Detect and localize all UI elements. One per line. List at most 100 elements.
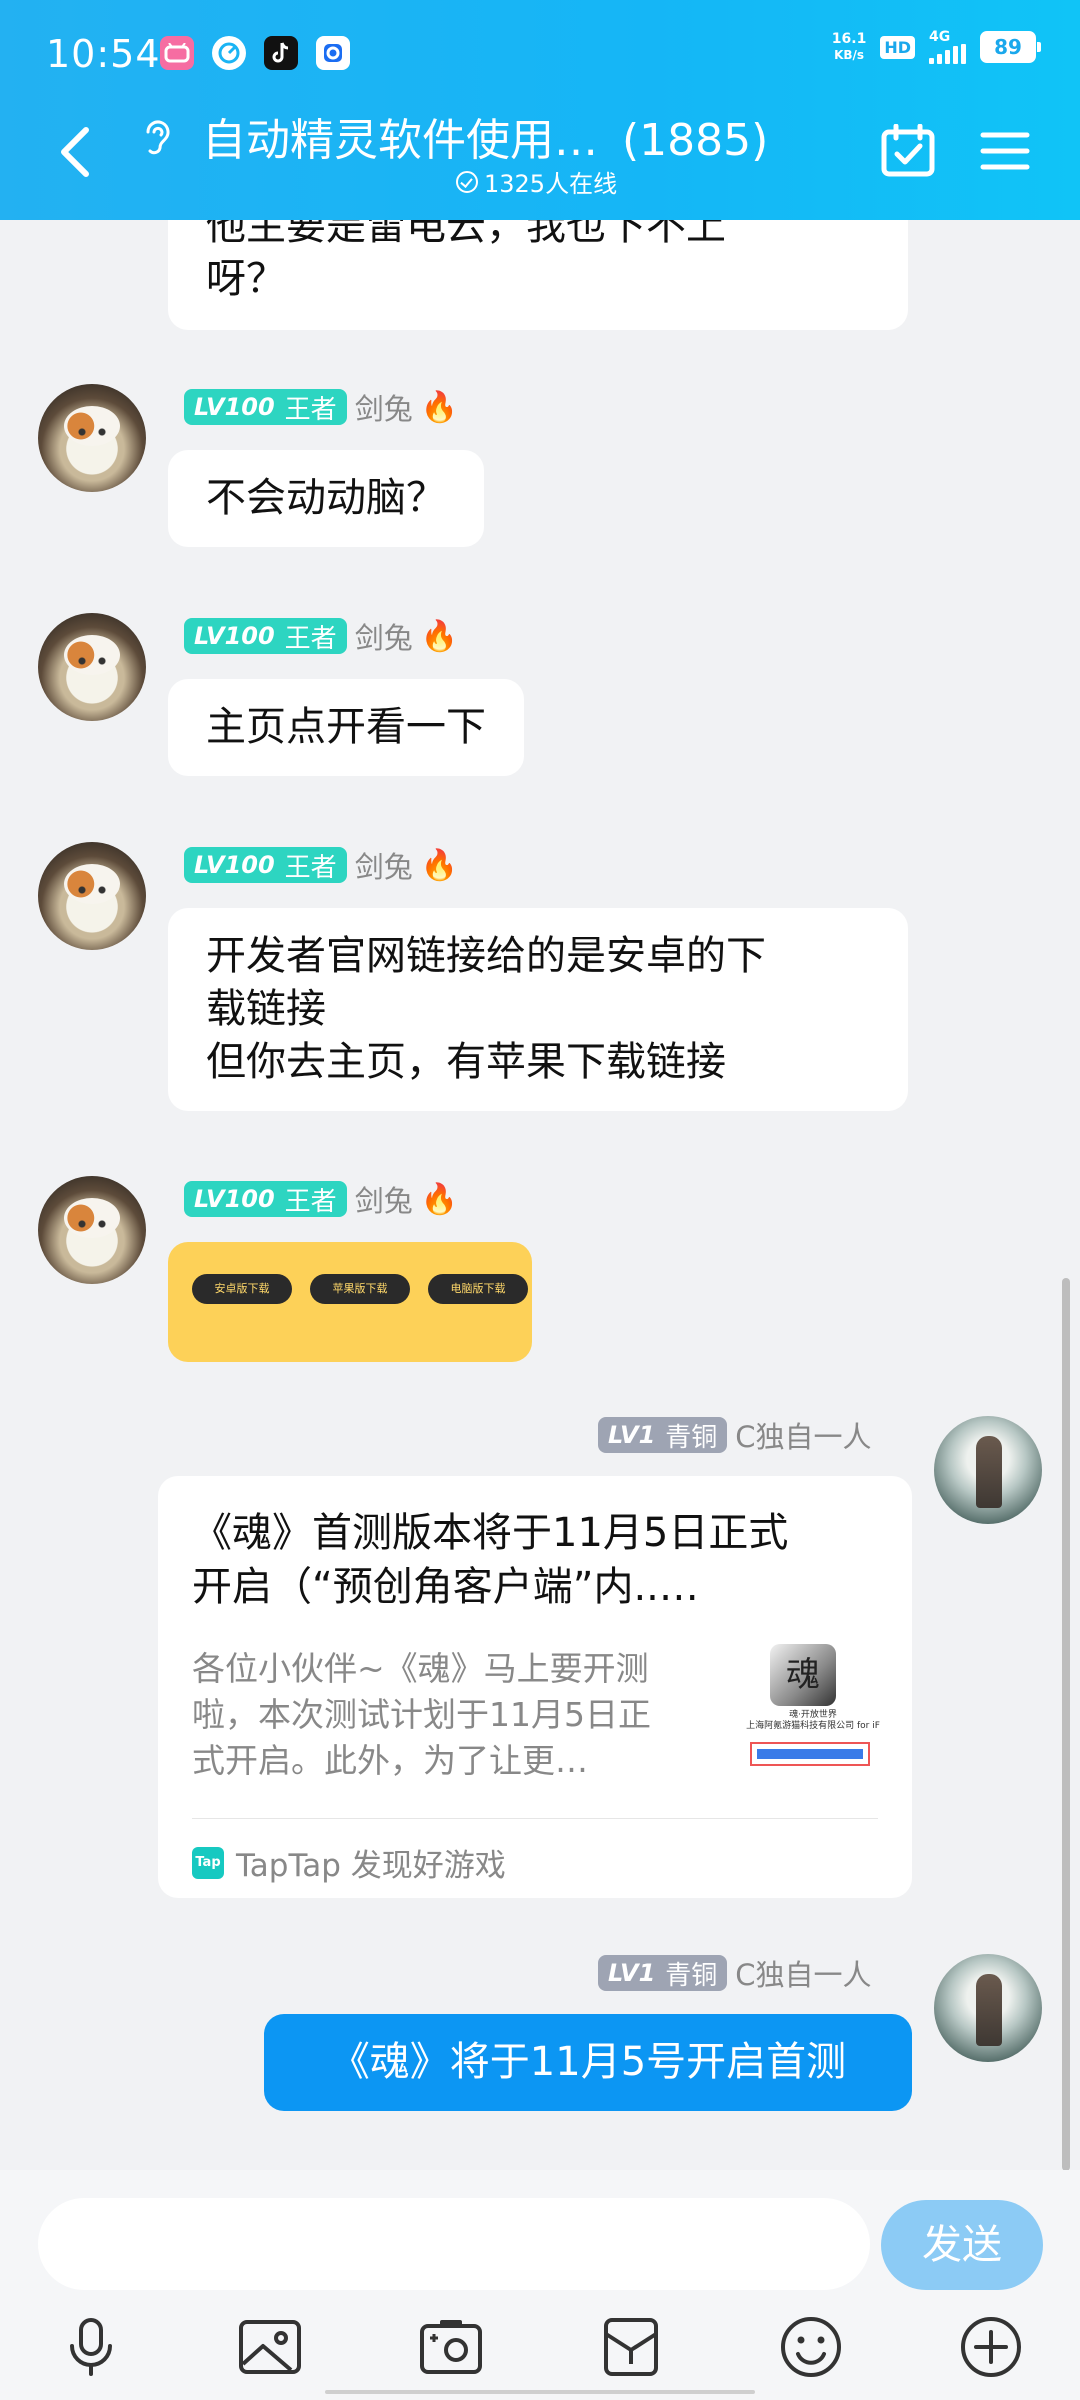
pill-label: 苹果版下载 — [332, 1282, 388, 1295]
level-badge: LV100 王者 — [184, 1181, 347, 1217]
link-description: 各位小伙伴~《魂》马上要开测 啦，本次测试计划于11月5日正 式开启。此外，为了… — [192, 1646, 712, 1784]
sender-name[interactable]: 剑兔 — [355, 844, 413, 886]
scrollbar[interactable] — [1062, 1278, 1070, 2171]
sender-info: LV100 王者 剑兔 🔥 — [184, 1178, 458, 1220]
thumb-caption: 魂·开放世界 上海阿氪游猫科技有限公司 for iF — [738, 1710, 888, 1732]
message-bubble[interactable]: 不会动动脑？ — [168, 450, 484, 547]
message-bubble[interactable]: 主页点开看一下 — [168, 679, 524, 776]
signal-icon: 4G — [929, 30, 966, 64]
calendar-check-icon[interactable] — [880, 124, 936, 178]
network-speed: 16.1 KB/s — [832, 31, 867, 63]
ear-icon[interactable] — [140, 116, 176, 160]
link-source-text: TapTap 发现好游戏 — [236, 1848, 506, 1884]
rank-text: 王者 — [284, 852, 337, 883]
home-indicator[interactable] — [325, 2390, 755, 2394]
back-icon[interactable] — [52, 124, 100, 180]
status-time: 10:54 — [46, 32, 161, 76]
link-source: Tap TapTap 发现好游戏 — [192, 1840, 506, 1885]
link-desc-line: 式开启。此外，为了让更… — [192, 1741, 588, 1780]
link-card[interactable]: 《魂》首测版本将于11月5日正式 开启（“预创角客户端”内..… 各位小伙伴~《… — [158, 1476, 912, 1898]
level-text: LV1 — [608, 1959, 656, 1987]
message-text-line: 《魂》将于11月5号开启首测 — [329, 2039, 847, 2085]
folder-icon[interactable] — [596, 2312, 666, 2382]
level-text: LV100 — [194, 393, 275, 421]
cat-avatar[interactable] — [38, 842, 146, 950]
taptap-icon: Tap — [192, 1846, 224, 1879]
message-bubble[interactable]: 开发者官网链接给的是安卓的下 载链接 但你去主页，有苹果下载链接 — [168, 908, 908, 1111]
level-text: LV100 — [194, 622, 275, 650]
chat-header: 10:54 16.1 KB/s HD 4G 89 自动精灵软件使用… (1885… — [0, 0, 1080, 220]
online-count: 1325人在线 — [484, 170, 618, 198]
send-button[interactable]: 发送 — [881, 2200, 1043, 2290]
girl-avatar[interactable] — [934, 1416, 1042, 1524]
link-title-line: 《魂》首测版本将于11月5日正式 — [192, 1510, 789, 1556]
cat-avatar[interactable] — [38, 613, 146, 721]
member-count: (1885) — [622, 115, 769, 166]
message-text-line: 不会动动脑？ — [206, 475, 446, 521]
message-text-line: 主页点开看一下 — [206, 704, 486, 750]
sender-name[interactable]: C独自一人 — [735, 1414, 871, 1456]
message-list[interactable]: 他主要是雷电云，我也下不上 呀？ LV100 王者 剑兔 🔥 不会动动脑？ LV1… — [0, 220, 1080, 2170]
hd-badge: HD — [880, 35, 915, 59]
microphone-icon[interactable] — [56, 2312, 126, 2382]
sender-name[interactable]: 剑兔 — [355, 386, 413, 428]
emoji-icon[interactable] — [776, 2312, 846, 2382]
plus-icon[interactable] — [956, 2312, 1026, 2382]
group-title[interactable]: 自动精灵软件使用… (1885) — [202, 104, 768, 168]
sender-name[interactable]: 剑兔 — [355, 1178, 413, 1220]
fire-icon: 🔥 — [420, 1181, 459, 1217]
rank-text: 王者 — [284, 1186, 337, 1217]
group-name: 自动精灵软件使用… — [202, 115, 598, 166]
level-badge: LV100 王者 — [184, 618, 347, 654]
tiktok-icon — [264, 36, 298, 70]
link-desc-line: 各位小伙伴~《魂》马上要开测 — [192, 1649, 649, 1688]
link-thumbnail: 魂 魂·开放世界 上海阿氪游猫科技有限公司 for iF — [738, 1644, 888, 1772]
sender-info: LV1 青铜 C独自一人 — [598, 1952, 872, 1994]
input-toolbar — [0, 2312, 1080, 2392]
ios-download-pill: 苹果版下载 — [310, 1274, 410, 1304]
rank-text: 青铜 — [665, 1960, 718, 1991]
message-text-line: 他主要是雷电云，我也下不上 — [206, 220, 726, 249]
pc-download-pill: 电脑版下载 — [428, 1274, 528, 1304]
pill-label: 安卓版下载 — [214, 1282, 270, 1295]
level-badge: LV1 青铜 — [598, 1955, 728, 1991]
sender-info: LV100 王者 剑兔 🔥 — [184, 615, 458, 657]
girl-avatar[interactable] — [934, 1954, 1042, 2062]
rank-text: 王者 — [284, 623, 337, 654]
check-circle-icon — [456, 170, 478, 193]
message-text-line: 载链接 — [206, 986, 326, 1032]
status-indicators: 16.1 KB/s HD 4G 89 — [832, 30, 1041, 64]
thumb-company-text: 上海阿氪游猫科技有限公司 for iF — [746, 1721, 880, 1731]
app-icon — [316, 36, 350, 70]
sender-info: LV1 青铜 C独自一人 — [598, 1414, 872, 1456]
cat-avatar[interactable] — [38, 1176, 146, 1284]
level-badge: LV1 青铜 — [598, 1417, 728, 1453]
pill-label: 电脑版下载 — [450, 1282, 506, 1295]
fire-icon: 🔥 — [420, 618, 459, 654]
menu-icon[interactable] — [980, 130, 1030, 172]
image-message[interactable]: 安卓版下载 苹果版下载 电脑版下载 — [168, 1242, 532, 1362]
fire-icon: 🔥 — [420, 847, 459, 883]
link-desc-line: 啦，本次测试计划于11月5日正 — [192, 1695, 651, 1734]
divider — [192, 1818, 878, 1819]
speed-icon — [212, 36, 246, 70]
sender-name[interactable]: 剑兔 — [355, 615, 413, 657]
android-download-pill: 安卓版下载 — [192, 1274, 292, 1304]
message-input[interactable] — [38, 2198, 870, 2290]
level-badge: LV100 王者 — [184, 847, 347, 883]
bilibili-icon — [160, 36, 194, 70]
level-badge: LV100 王者 — [184, 389, 347, 425]
network-speed-unit: KB/s — [834, 48, 865, 62]
status-bar: 10:54 16.1 KB/s HD 4G 89 — [0, 0, 1080, 104]
sender-name[interactable]: C独自一人 — [735, 1952, 871, 1994]
level-text: LV100 — [194, 1185, 275, 1213]
cat-avatar[interactable] — [38, 384, 146, 492]
message-bubble[interactable]: 他主要是雷电云，我也下不上 呀？ — [168, 220, 908, 330]
image-icon[interactable] — [235, 2312, 305, 2382]
message-text-line: 但你去主页，有苹果下载链接 — [206, 1039, 726, 1085]
network-speed-value: 16.1 — [831, 31, 867, 47]
level-text: LV100 — [194, 851, 275, 879]
camera-icon[interactable] — [416, 2312, 486, 2382]
input-area: 发送 — [0, 2170, 1080, 2400]
message-bubble[interactable]: 《魂》将于11月5号开启首测 — [264, 2014, 912, 2111]
